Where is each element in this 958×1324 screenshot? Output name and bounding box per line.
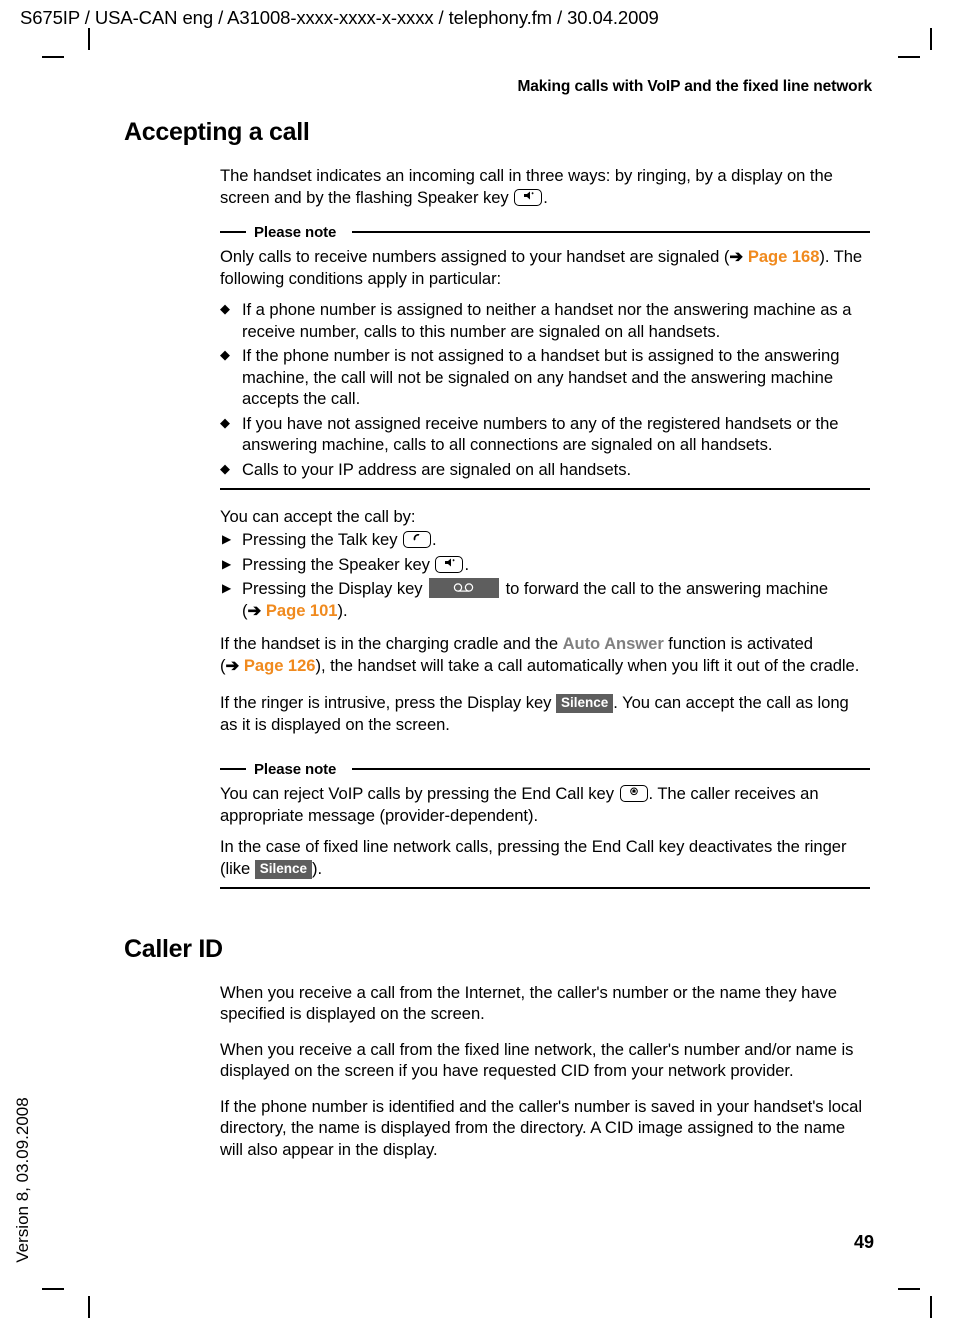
silence-paragraph: If the ringer is intrusive, press the Di…	[220, 692, 870, 735]
end-call-key-icon	[619, 785, 648, 802]
list-item-speaker-key: Pressing the Speaker key .	[220, 554, 870, 576]
list-item: If the phone number is not assigned to a…	[220, 344, 870, 410]
ui-term-auto-answer: Auto Answer	[562, 634, 664, 653]
accept-call-steps: Pressing the Talk key . Pressing the Spe…	[220, 529, 870, 621]
accept-call-lead: You can accept the call by:	[220, 506, 416, 526]
note-rule-right	[352, 231, 870, 233]
page-title: Accepting a call	[124, 118, 310, 146]
caller-id-paragraph: If the phone number is identified and th…	[220, 1096, 862, 1159]
speaker-step-text-1: Pressing the Speaker key	[242, 554, 435, 574]
note-rule-left	[220, 231, 246, 233]
speaker-key-icon	[514, 188, 543, 206]
reject-text-1: You can reject VoIP calls by pressing th…	[220, 784, 619, 803]
auto-answer-text-1: If the handset is in the charging cradle…	[220, 634, 563, 653]
caller-id-paragraph: When you receive a call from the Interne…	[220, 982, 837, 1024]
silence-text-1: If the ringer is intrusive, press the Di…	[220, 693, 556, 712]
page-reference-link[interactable]: Page 101	[266, 601, 338, 620]
section-title-caller-id: Caller ID	[124, 934, 223, 963]
display-step-text-1: Pressing the Display key	[242, 579, 428, 598]
list-item-talk-key: Pressing the Talk key .	[220, 529, 870, 551]
accepting-intro-paragraph: The handset indicates an incoming call i…	[220, 165, 870, 208]
document-page: Making calls with VoIP and the fixed lin…	[0, 0, 958, 1324]
note-body: You can reject VoIP calls by pressing th…	[220, 783, 870, 879]
silence-softkey[interactable]: Silence	[254, 859, 313, 879]
note-title: Please note	[254, 760, 337, 778]
caller-id-paragraph: When you receive a call from the fixed l…	[220, 1039, 854, 1081]
note-header: Please note	[220, 760, 870, 778]
page-content: Accepting a call The handset indicates a…	[124, 118, 870, 1174]
note-lead-text-1: Only calls to receive numbers assigned t…	[220, 247, 730, 266]
caller-id-block: When you receive a call from the Interne…	[220, 982, 870, 1161]
note-box-reject-calls: Please note You can reject VoIP calls by…	[220, 761, 870, 889]
note-lead-paragraph: Only calls to receive numbers assigned t…	[220, 246, 870, 289]
note-bullet-list: If a phone number is assigned to neither…	[220, 298, 870, 481]
talk-step-text-2: .	[432, 530, 437, 549]
accepting-intro-text-2: .	[543, 187, 548, 207]
ringer-text-2: ).	[312, 858, 323, 878]
speaker-key-icon	[435, 555, 464, 573]
xref-arrow-icon: ➔	[225, 655, 240, 675]
list-item-display-key: Pressing the Display key to forward the …	[220, 578, 870, 621]
page-number: 49	[853, 1232, 874, 1252]
fixed-line-ringer-paragraph: In the case of fixed line network calls,…	[220, 836, 870, 879]
reject-calls-paragraph: You can reject VoIP calls by pressing th…	[220, 783, 870, 826]
list-item: If you have not assigned receive numbers…	[220, 412, 870, 456]
note-rule-left	[220, 768, 246, 770]
talk-key-icon	[403, 531, 431, 548]
display-step-text-3: ).	[337, 600, 348, 620]
page-reference-link[interactable]: Page 126	[244, 656, 316, 675]
xref-arrow-icon: ➔	[247, 600, 262, 620]
auto-answer-text-3: ), the handset will take a call automati…	[315, 655, 860, 675]
accepting-intro-block: The handset indicates an incoming call i…	[220, 165, 870, 208]
speaker-step-text-2: .	[464, 554, 470, 574]
xref-arrow-icon: ➔	[729, 247, 744, 266]
note-header: Please note	[220, 223, 870, 241]
note-body: Only calls to receive numbers assigned t…	[220, 246, 870, 480]
answering-machine-softkey[interactable]	[429, 578, 500, 598]
auto-answer-paragraph: If the handset is in the charging cradle…	[220, 633, 870, 676]
accept-call-block: You can accept the call by: Pressing the…	[220, 506, 870, 736]
silence-softkey[interactable]: Silence	[555, 694, 614, 713]
note-rule-bottom	[220, 488, 870, 490]
note-title: Please note	[254, 223, 337, 241]
note-rule-bottom	[220, 887, 870, 889]
running-head: Making calls with VoIP and the fixed lin…	[517, 78, 872, 95]
page-reference-link[interactable]: Page 168	[748, 247, 820, 266]
list-item: If a phone number is assigned to neither…	[220, 298, 870, 342]
note-rule-right	[352, 768, 870, 770]
list-item: Calls to your IP address are signaled on…	[220, 458, 870, 481]
talk-step-text-1: Pressing the Talk key	[242, 530, 402, 549]
note-box-receive-numbers: Please note Only calls to receive number…	[220, 224, 870, 490]
